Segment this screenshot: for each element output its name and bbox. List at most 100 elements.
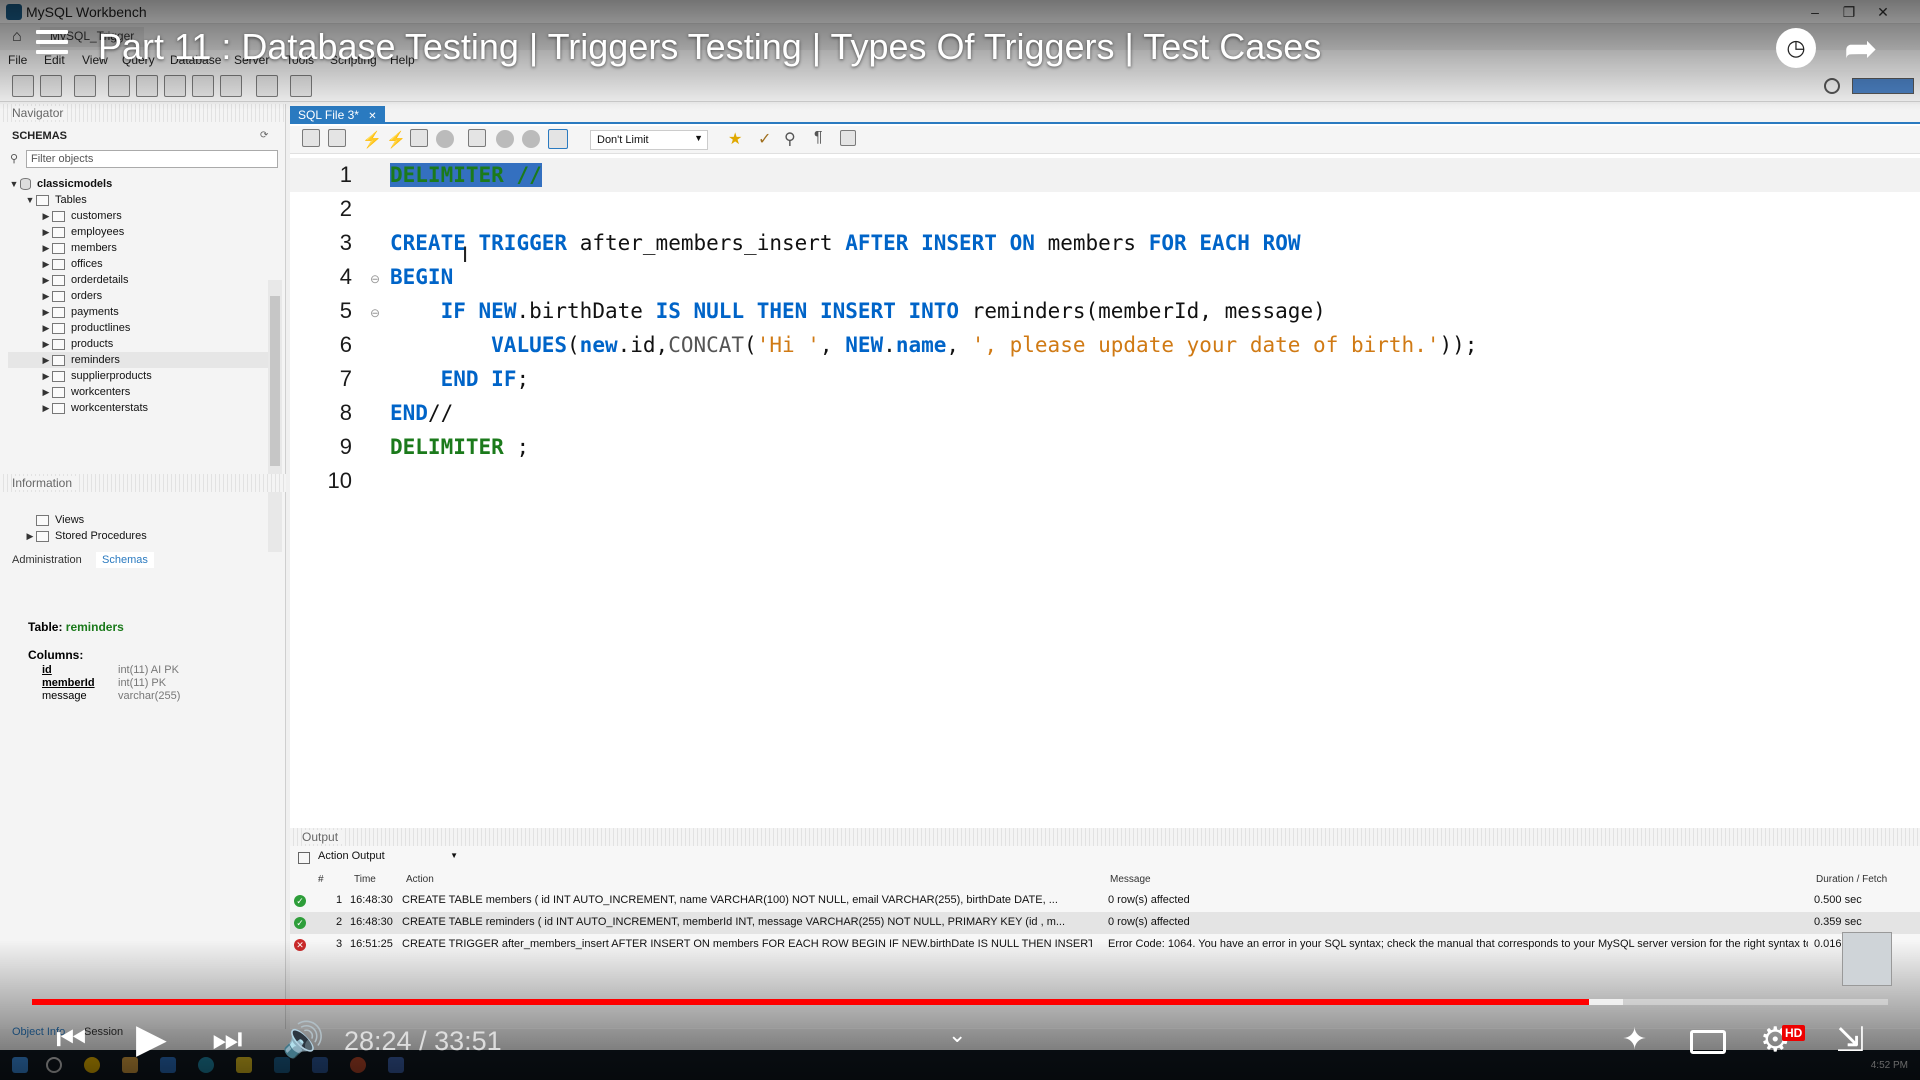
invisible-chars-icon[interactable]: ¶ [814, 129, 823, 147]
table-node[interactable]: ▶ reminders [8, 352, 270, 368]
chrome-icon[interactable] [84, 1057, 100, 1073]
output-row[interactable]: ✕ 3 16:51:25 CREATE TRIGGER after_members_i… [290, 934, 1920, 956]
expand-arrow-icon[interactable]: ▶ [40, 288, 52, 304]
expand-arrow-icon[interactable]: ▶ [40, 256, 52, 272]
expand-arrow-icon[interactable]: ▶ [40, 400, 52, 416]
tab-administration[interactable]: Administration [12, 554, 82, 566]
minimize-icon[interactable]: – [1800, 2, 1830, 22]
expand-arrow-icon[interactable]: ▶ [40, 336, 52, 352]
inspector-icon[interactable] [74, 75, 96, 97]
powerpoint-icon[interactable] [350, 1057, 366, 1073]
tree-scrollbar-thumb[interactable] [270, 296, 280, 466]
output-row[interactable]: ✓ 1 16:48:30 CREATE TABLE members ( id INT … [290, 890, 1920, 912]
next-icon[interactable]: ⏭ [212, 1020, 243, 1059]
table-node[interactable]: ▶ offices [8, 256, 270, 272]
volume-icon[interactable]: 🔊 [282, 1020, 324, 1060]
refresh-schemas-icon[interactable]: ⟳ [260, 130, 268, 141]
create-procedure-icon[interactable] [192, 75, 214, 97]
sticky-notes-icon[interactable] [236, 1057, 252, 1073]
fold-marker-icon[interactable]: ⊖ [370, 272, 380, 286]
execute-current-icon[interactable]: ⚡ [386, 130, 406, 150]
video-progress-played[interactable] [32, 999, 1589, 1005]
open-sql-script-icon[interactable] [40, 75, 62, 97]
menu-file[interactable]: File [8, 53, 27, 67]
beautify-icon[interactable]: ✓ [758, 129, 771, 149]
table-node[interactable]: ▶ employees [8, 224, 270, 240]
hamburger-menu-icon[interactable] [36, 30, 68, 56]
views-node[interactable]: Views [24, 512, 84, 528]
expand-arrow-icon[interactable]: ▶ [40, 208, 52, 224]
open-file-icon[interactable] [302, 129, 320, 147]
tab-schemas[interactable]: Schemas [96, 552, 154, 568]
tables-node[interactable]: ▼ Tables [24, 192, 87, 208]
wrap-lines-icon[interactable] [840, 130, 856, 146]
table-node[interactable]: ▶ workcenterstats [8, 400, 270, 416]
table-node[interactable]: ▶ productlines [8, 320, 270, 336]
share-icon[interactable]: ➦ [1844, 26, 1878, 72]
table-node[interactable]: ▶ supplierproducts [8, 368, 270, 384]
home-icon[interactable]: ⌂ [12, 28, 22, 46]
schema-node[interactable]: ▼ classicmodels [8, 176, 112, 192]
edge-icon[interactable] [198, 1057, 214, 1073]
exit-fullscreen-icon[interactable]: ⇲ [1836, 1020, 1865, 1060]
close-tab-icon[interactable]: ✕ [368, 111, 376, 122]
rollback-icon[interactable] [522, 130, 540, 148]
autoplay-sparkle-icon[interactable]: ✦ [1622, 1022, 1647, 1057]
code-editor[interactable]: 1 DELIMITER // 2 3 CREATE TRIGGER after_me… [290, 158, 1920, 758]
table-node[interactable]: ▶ orders [8, 288, 270, 304]
panel-layout-icon[interactable] [1852, 78, 1914, 94]
autocommit-icon[interactable] [548, 129, 568, 149]
find-icon[interactable]: ⚲ [784, 129, 796, 149]
table-node[interactable]: ▶ products [8, 336, 270, 352]
play-icon[interactable]: ▶ [136, 1016, 167, 1062]
table-node[interactable]: ▶ payments [8, 304, 270, 320]
search-table-data-icon[interactable] [256, 75, 278, 97]
create-schema-icon[interactable] [108, 75, 130, 97]
create-function-icon[interactable] [220, 75, 242, 97]
table-node[interactable]: ▶ workcenters [8, 384, 270, 400]
chevron-down-icon[interactable]: ⌄ [948, 1022, 966, 1048]
output-type-select[interactable]: Action Output ▼ [318, 850, 458, 868]
expand-arrow-icon[interactable]: ▶ [40, 240, 52, 256]
expand-arrow-icon[interactable]: ▶ [24, 528, 36, 544]
new-sql-tab-icon[interactable] [12, 75, 34, 97]
expand-arrow-icon[interactable]: ▶ [40, 304, 52, 320]
search-icon[interactable] [46, 1057, 62, 1073]
settings-icon[interactable] [1824, 78, 1840, 94]
expand-arrow-icon[interactable]: ▶ [40, 320, 52, 336]
copy-icon[interactable] [298, 852, 310, 864]
video-title[interactable]: Part 11 : Database Testing | Triggers Te… [98, 26, 1321, 68]
expand-arrow-icon[interactable]: ▶ [40, 272, 52, 288]
table-node[interactable]: ▶ orderdetails [8, 272, 270, 288]
expand-arrow-icon[interactable]: ▶ [40, 384, 52, 400]
commit-icon[interactable] [496, 130, 514, 148]
table-node[interactable]: ▶ customers [8, 208, 270, 224]
expand-arrow-icon[interactable]: ▶ [40, 352, 52, 368]
previous-icon[interactable]: ⏮ [56, 1020, 87, 1059]
stored-procedures-node[interactable]: ▶ Stored Procedures [24, 528, 147, 544]
explain-icon[interactable] [410, 129, 428, 147]
output-row[interactable]: ✓ 2 16:48:30 CREATE TABLE reminders ( id IN… [290, 912, 1920, 934]
execute-icon[interactable]: ⚡ [362, 130, 382, 150]
expand-arrow-icon[interactable]: ▼ [8, 176, 20, 192]
windows-start-icon[interactable] [12, 1057, 28, 1073]
stop-icon[interactable] [436, 130, 454, 148]
fold-marker-icon[interactable]: ⊖ [370, 306, 380, 320]
tab-session[interactable]: Session [84, 1026, 123, 1038]
table-node[interactable]: ▶ members [8, 240, 270, 256]
reconnect-icon[interactable] [290, 75, 312, 97]
add-snippet-icon[interactable]: ★ [728, 129, 742, 149]
subtitles-icon[interactable] [1690, 1030, 1726, 1054]
expand-arrow-icon[interactable]: ▶ [40, 224, 52, 240]
filter-objects-input[interactable]: Filter objects [26, 150, 278, 168]
toggle-error-icon[interactable] [468, 129, 486, 147]
app-icon[interactable] [388, 1057, 404, 1073]
limit-rows-select[interactable]: Don't Limit ▼ [590, 130, 708, 150]
watch-later-icon[interactable]: ◷ [1776, 28, 1816, 68]
create-view-icon[interactable] [164, 75, 186, 97]
sql-file-tab[interactable]: SQL File 3* ✕ [290, 106, 385, 124]
expand-arrow-icon[interactable]: ▼ [24, 192, 36, 208]
expand-arrow-icon[interactable]: ▶ [40, 368, 52, 384]
create-table-icon[interactable] [136, 75, 158, 97]
maximize-icon[interactable]: ❐ [1834, 2, 1864, 22]
